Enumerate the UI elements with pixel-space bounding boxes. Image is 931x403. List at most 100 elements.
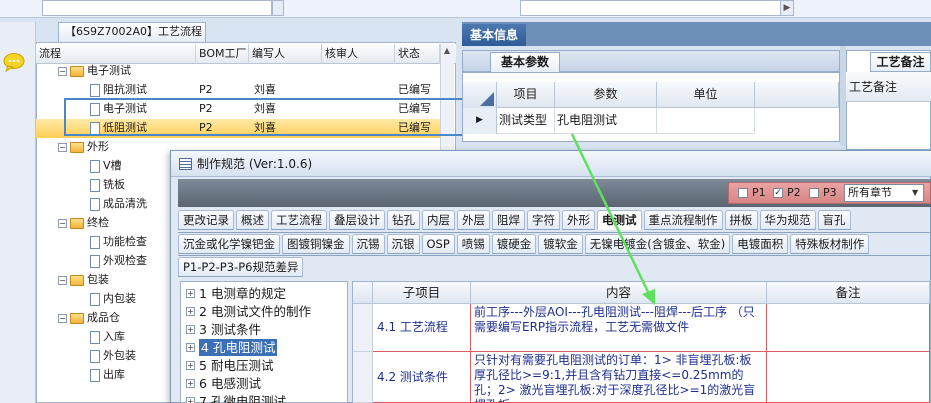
expand-icon[interactable]: +: [186, 396, 195, 403]
tab-tabs2-2[interactable]: 沉锡: [351, 234, 385, 254]
tab-tabs2-3[interactable]: 沉银: [386, 234, 420, 254]
collapse-icon[interactable]: −: [58, 218, 67, 228]
tab-tabs2-8[interactable]: 无镍电镀金(含镀金、软金): [584, 234, 731, 254]
chapter-item[interactable]: +6 电感测试: [186, 374, 261, 392]
tab-tabs1-1[interactable]: 概述: [236, 210, 269, 230]
row-header[interactable]: [353, 352, 373, 403]
tab-tabs1-11[interactable]: 重点流程制作: [643, 210, 723, 230]
chapter-item[interactable]: +3 测试条件: [186, 320, 261, 338]
tree-row-bom: P2: [199, 83, 213, 96]
tab-tabs1-3[interactable]: 叠层设计: [329, 210, 385, 230]
tab-tabs1-10[interactable]: 电测试: [597, 210, 642, 230]
content-col-sub[interactable]: 子项目: [373, 282, 471, 304]
expand-icon[interactable]: +: [186, 288, 195, 298]
tab-tabs1-6[interactable]: 外层: [457, 210, 490, 230]
tab-tabs1-12[interactable]: 拼板: [724, 210, 758, 230]
chapter-item[interactable]: +1 电测章的规定: [186, 284, 286, 302]
expand-icon[interactable]: +: [186, 306, 195, 316]
col-flow[interactable]: 流程: [36, 44, 196, 64]
expand-icon[interactable]: +: [186, 324, 195, 334]
tab-tabs2-7[interactable]: 镀软金: [538, 234, 583, 254]
tree-row-name: 内包装: [103, 292, 136, 305]
tab-tabs1-7[interactable]: 阻焊: [492, 210, 525, 230]
filter-p1-label: P1: [752, 186, 766, 199]
content-cell-sub[interactable]: 4.1 工艺流程: [373, 304, 471, 352]
scroll-up-icon[interactable]: ▲: [441, 45, 453, 57]
tab-tabs2-4[interactable]: OSP: [421, 234, 455, 254]
filter-p2-label: P2: [787, 186, 801, 199]
process-flow-tab[interactable]: 【6S9Z7002A0】工艺流程: [58, 22, 206, 42]
tab-tabs1-13[interactable]: 华为规范: [759, 210, 816, 230]
col-bom[interactable]: BOM工厂: [196, 44, 249, 64]
chapter-item[interactable]: +2 电测试文件的制作: [186, 302, 311, 320]
chapter-item[interactable]: +7 孔微电阻测试: [186, 392, 286, 403]
param-cell-value[interactable]: 孔电阻测试: [555, 108, 657, 134]
document-icon: [90, 235, 100, 249]
left-sidebar: [0, 22, 36, 403]
content-cell-remark[interactable]: [767, 304, 930, 352]
tab-tabs1-8[interactable]: 字符: [527, 210, 560, 230]
folder-icon: [70, 217, 84, 229]
tab-tabs2-1[interactable]: 图镀铜镍金: [282, 234, 350, 254]
tab-tabs1-4[interactable]: 钻孔: [387, 210, 420, 230]
collapse-icon[interactable]: −: [58, 275, 67, 285]
tab-basic-params[interactable]: 基本参数: [490, 52, 560, 72]
tab-tabs1-9[interactable]: 外形: [562, 210, 595, 230]
info-title: 基本信息: [462, 24, 526, 46]
tab-tabs1-2[interactable]: 工艺流程: [271, 210, 327, 230]
tab-tabs2-9[interactable]: 电镀面积: [732, 234, 789, 254]
param-cell-item[interactable]: 测试类型: [497, 108, 555, 134]
document-icon: [90, 197, 100, 211]
filter-p2-checkbox[interactable]: ✓: [773, 188, 783, 198]
col-writer[interactable]: 编写人: [249, 44, 322, 64]
tab-tabs1-5[interactable]: 内层: [422, 210, 455, 230]
filter-p3-checkbox[interactable]: [809, 188, 819, 198]
filter-p1-checkbox[interactable]: [738, 188, 748, 198]
content-grid-corner: [353, 282, 373, 304]
dialog-title[interactable]: 制作规范 (Ver:1.0.6): [171, 151, 931, 177]
tab-process-remark[interactable]: 工艺备注: [870, 52, 931, 72]
expand-icon[interactable]: +: [186, 342, 195, 352]
col-reviewer[interactable]: 核审人: [322, 44, 395, 64]
chapter-num: 3: [199, 321, 207, 337]
tab-tabs1-14[interactable]: 盲孔: [817, 210, 851, 230]
content-cell-text[interactable]: 只针对有需要孔电阻测试的订单：1> 非盲埋孔板:板厚孔径比>=9:1,并且含有钻…: [471, 352, 767, 403]
param-col-item[interactable]: 项目: [497, 82, 555, 108]
collapse-icon[interactable]: −: [58, 142, 67, 152]
tab-tabs2-5[interactable]: 喷锡: [456, 234, 490, 254]
tree-row-name: 成品仓: [87, 311, 120, 324]
tab-tabs2-10[interactable]: 特殊板材制作: [790, 234, 870, 254]
col-status[interactable]: 状态: [395, 44, 440, 64]
param-col-filler: [755, 82, 839, 108]
collapse-icon[interactable]: −: [58, 313, 67, 323]
expand-icon[interactable]: +: [186, 360, 195, 370]
chapter-item[interactable]: +4 孔电阻测试: [186, 338, 278, 356]
content-cell-text[interactable]: 前工序---外层AOI---孔电阻测试---阻焊---后工序 （只需要编写ERP…: [471, 304, 767, 352]
tree-row[interactable]: − 电子测试: [36, 62, 440, 81]
content-col-content[interactable]: 内容: [471, 282, 767, 304]
content-cell-sub[interactable]: 4.2 测试条件: [373, 352, 471, 403]
row-header[interactable]: [353, 304, 373, 352]
param-cell-unit[interactable]: [657, 108, 755, 134]
chevron-down-icon[interactable]: ▼: [912, 186, 922, 200]
sub-item-label: 4.1 工艺流程: [377, 320, 448, 334]
top-right-field[interactable]: [520, 0, 788, 16]
chapter-item[interactable]: +5 耐电压测试: [186, 356, 273, 374]
content-cell-remark[interactable]: [767, 352, 930, 403]
tab-tabs3-0[interactable]: P1-P2-P3-P6规范差异: [178, 257, 304, 277]
expand-icon[interactable]: +: [186, 378, 195, 388]
top-left-field-button[interactable]: [272, 0, 284, 16]
tree-row-label-group: 出库: [90, 366, 125, 384]
content-col-remark[interactable]: 备注: [767, 282, 930, 304]
collapse-icon[interactable]: −: [58, 66, 67, 76]
tab-tabs2-6[interactable]: 镀硬金: [491, 234, 537, 254]
filter-p3-label: P3: [823, 186, 837, 199]
chevron-right-icon[interactable]: ▶: [780, 0, 794, 16]
tab-tabs1-0[interactable]: 更改记录: [178, 210, 234, 230]
tab-tabs2-0[interactable]: 沉金或化学镍钯金: [178, 234, 280, 254]
top-left-field[interactable]: [42, 0, 272, 16]
tree-row-name: 出库: [103, 368, 125, 381]
param-col-unit[interactable]: 单位: [657, 82, 755, 108]
param-col-value[interactable]: 参数: [555, 82, 657, 108]
chat-bubble-icon[interactable]: [2, 52, 26, 72]
